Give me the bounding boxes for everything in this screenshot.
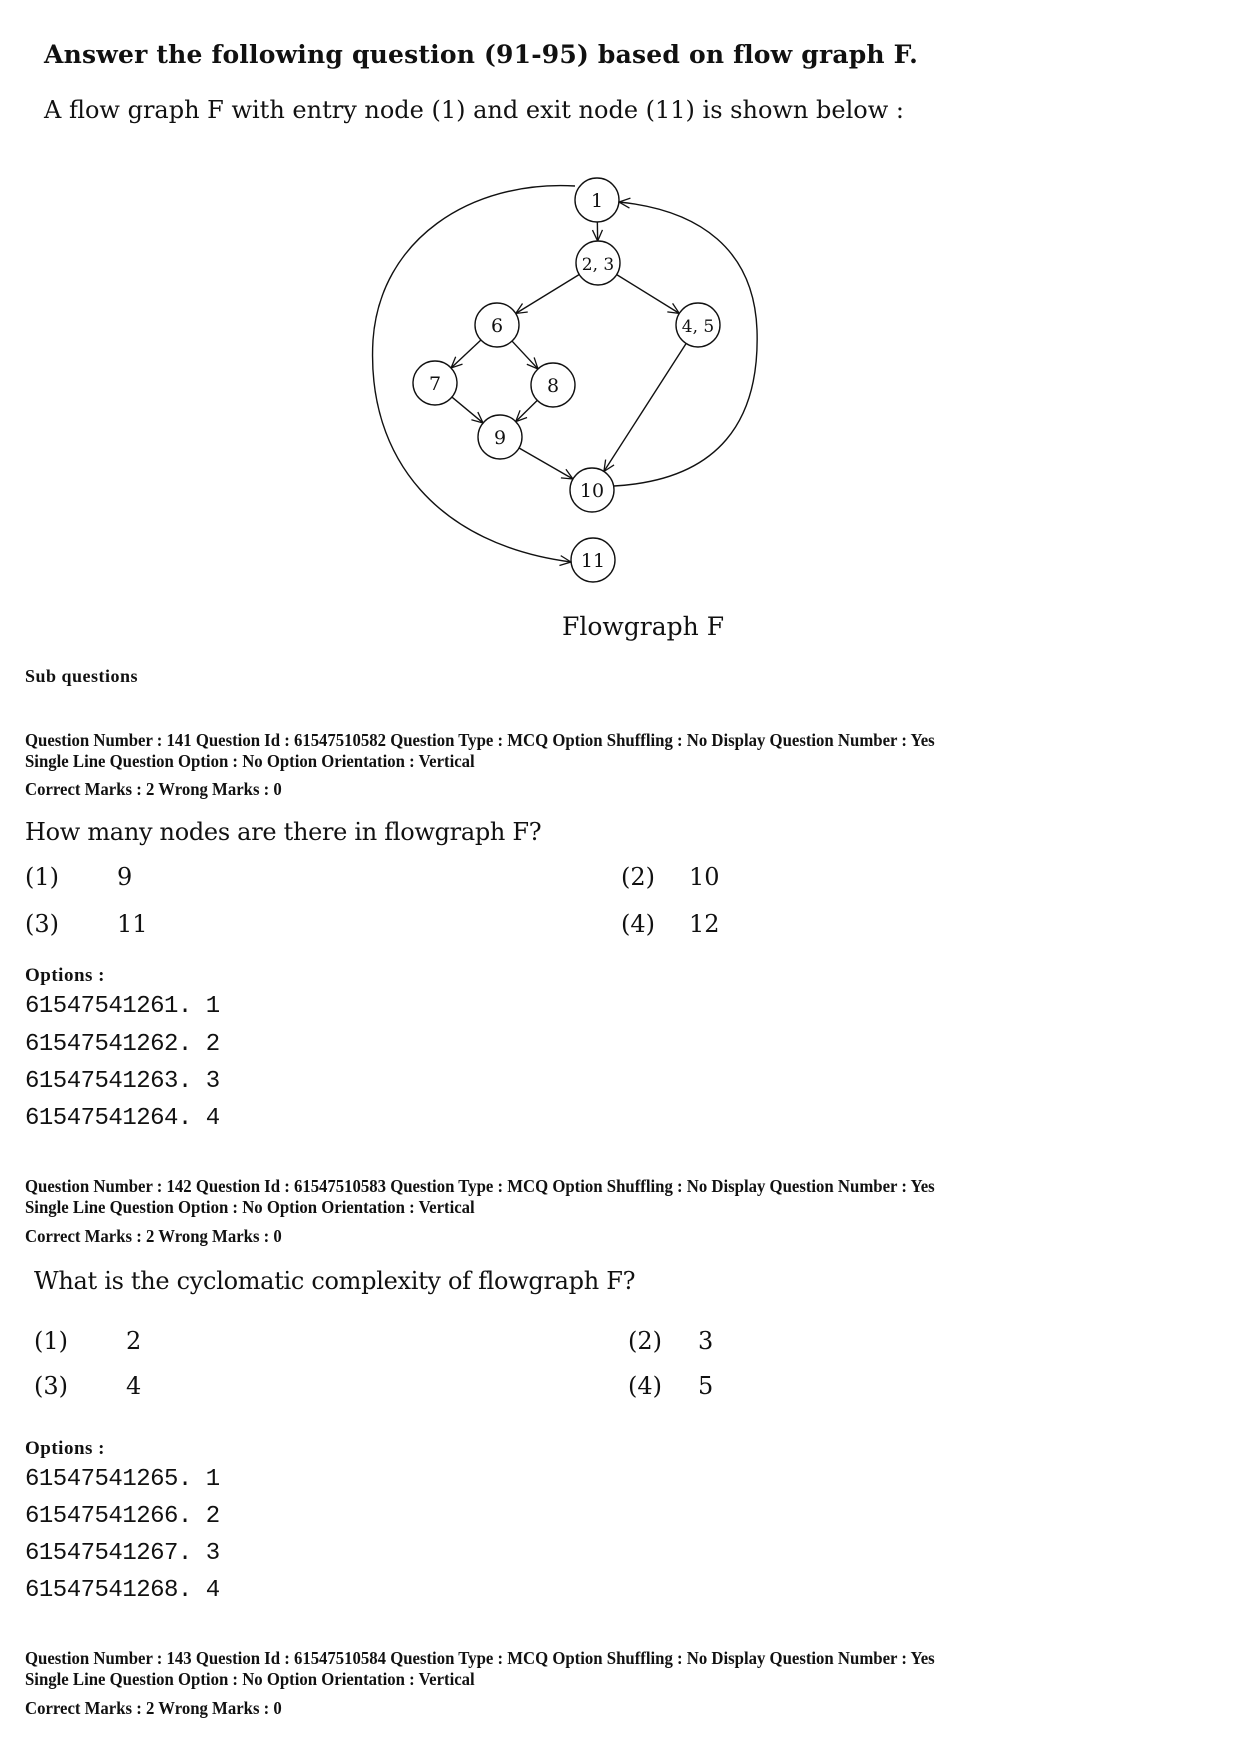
choice-number: (3) (25, 910, 59, 938)
question-meta-line2: Single Line Question Option : No Option … (25, 1669, 475, 1689)
choice-value: 10 (689, 863, 720, 891)
options-label: Options : (25, 965, 105, 986)
question-text: How many nodes are there in flowgraph F? (25, 818, 542, 846)
node-label: 11 (581, 550, 605, 572)
node-label: 7 (429, 373, 441, 395)
question-marks: Correct Marks : 2 Wrong Marks : 0 (25, 1698, 282, 1718)
node-label: 8 (547, 375, 559, 397)
edge-6-to-7 (449, 339, 482, 370)
graph-node-n8: 8 (530, 362, 576, 408)
node-label: 4, 5 (682, 317, 714, 337)
choice-value: 11 (117, 910, 148, 938)
choice-number: (1) (25, 863, 59, 891)
choice-number: (2) (628, 1327, 662, 1355)
option-id: 61547541265. 1 (25, 1466, 220, 1493)
question-marks: Correct Marks : 2 Wrong Marks : 0 (25, 1226, 282, 1246)
question-meta-line1: Question Number : 141 Question Id : 6154… (25, 730, 935, 750)
graph-node-n7: 7 (412, 360, 458, 406)
edge-8-to-9 (514, 399, 538, 423)
option-id: 61547541266. 2 (25, 1503, 220, 1530)
node-label: 6 (491, 315, 503, 337)
choice-number: (2) (621, 863, 655, 891)
edge-23-to-45 (616, 273, 681, 315)
choice-number: (3) (34, 1372, 68, 1400)
question-meta-line2: Single Line Question Option : No Option … (25, 751, 475, 771)
option-id: 61547541268. 4 (25, 1577, 220, 1604)
options-label: Options : (25, 1438, 105, 1459)
flowgraph-diagram: 1 2, 3 6 4, 5 7 8 9 10 11 (371, 177, 758, 583)
figure-caption: Flowgraph F (562, 612, 725, 641)
question-meta-line1: Question Number : 142 Question Id : 6154… (25, 1176, 935, 1196)
graph-node-n23: 2, 3 (575, 240, 621, 286)
graph-node-n1: 1 (574, 177, 620, 223)
choice-number: (1) (34, 1327, 68, 1355)
choice-value: 4 (126, 1372, 142, 1400)
graph-nodes: 1 2, 3 6 4, 5 7 8 9 10 11 (412, 177, 721, 583)
edge-23-to-6 (514, 273, 580, 315)
node-label: 2, 3 (582, 255, 614, 275)
sub-questions-label: Sub questions (25, 666, 139, 686)
edge-6-to-8 (511, 340, 540, 371)
graph-node-n9: 9 (477, 414, 523, 460)
choice-number: (4) (628, 1372, 662, 1400)
choice-value: 2 (126, 1327, 142, 1355)
question-meta-line1: Question Number : 143 Question Id : 6154… (25, 1648, 935, 1668)
node-label: 9 (494, 427, 506, 449)
choice-value: 3 (698, 1327, 714, 1355)
option-id: 61547541267. 3 (25, 1540, 220, 1567)
option-id: 61547541261. 1 (25, 993, 220, 1020)
choice-number: (4) (621, 910, 655, 938)
option-id: 61547541262. 2 (25, 1031, 220, 1058)
node-label: 1 (591, 190, 603, 212)
graph-node-n45: 4, 5 (675, 302, 721, 348)
choice-value: 5 (698, 1372, 714, 1400)
choice-value: 12 (689, 910, 720, 938)
question-text: What is the cyclomatic complexity of flo… (34, 1267, 636, 1295)
choice-value: 9 (117, 863, 133, 891)
graph-node-n11: 11 (570, 537, 616, 583)
edge-7-to-9 (451, 396, 485, 424)
edge-45-to-10 (603, 343, 687, 473)
edge-9-to-10 (518, 447, 575, 480)
graph-node-n10: 10 (569, 467, 615, 513)
option-id: 61547541263. 3 (25, 1068, 220, 1095)
question-marks: Correct Marks : 2 Wrong Marks : 0 (25, 779, 282, 799)
graph-node-n6: 6 (474, 302, 520, 348)
option-id: 61547541264. 4 (25, 1105, 220, 1132)
node-label: 10 (580, 480, 604, 502)
question-meta-line2: Single Line Question Option : No Option … (25, 1197, 475, 1217)
